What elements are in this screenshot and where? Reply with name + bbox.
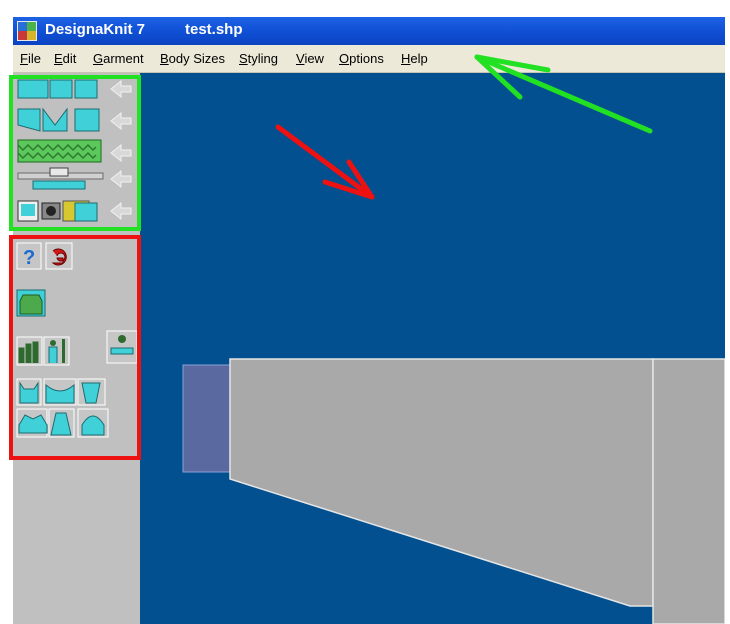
menu-accesskey: B: [160, 51, 169, 66]
help-icon[interactable]: ?: [23, 247, 35, 269]
menu-label-rest: ile: [27, 51, 41, 66]
design-canvas[interactable]: [140, 73, 725, 624]
sleeve-piece[interactable]: [229, 358, 654, 607]
menu-label-rest: ptions: [349, 51, 384, 66]
title-bar: DesignaKnit 7 test.shp: [13, 17, 725, 45]
menu-garment[interactable]: Garment: [93, 51, 144, 66]
body-piece[interactable]: [652, 358, 725, 624]
tool-panel: ?: [13, 73, 140, 624]
menu-help[interactable]: Help: [401, 51, 428, 66]
garment-drawing: [182, 358, 725, 624]
menu-view[interactable]: View: [296, 51, 324, 66]
styling-shape-buttons[interactable]: [16, 378, 109, 438]
menu-options[interactable]: Options: [339, 51, 384, 66]
document-title: test.shp: [185, 21, 243, 38]
app-icon: [17, 21, 37, 41]
menu-accesskey: F: [20, 51, 28, 66]
menu-styling[interactable]: Styling: [239, 51, 278, 66]
menu-file[interactable]: File: [20, 51, 41, 66]
body-sizes-buttons[interactable]: [16, 330, 138, 366]
menu-accesskey: G: [93, 51, 104, 66]
tool-panel-graphics: ?: [16, 79, 138, 438]
menu-bar: File Edit Garment Body Sizes Styling View Opti…: [13, 45, 725, 73]
stitch-pattern-tools[interactable]: [17, 139, 132, 163]
output-tools[interactable]: [17, 200, 132, 222]
menu-label-rest: ody Sizes: [168, 51, 226, 66]
menu-label-rest: iew: [304, 51, 324, 66]
neckline-tools[interactable]: [17, 107, 132, 132]
menu-body-sizes[interactable]: Body Sizes: [160, 51, 225, 66]
menu-accesskey: O: [339, 51, 350, 66]
menu-label-rest: dit: [62, 51, 77, 66]
garment-shape-tools[interactable]: [17, 79, 132, 99]
app-title: DesignaKnit 7: [45, 21, 146, 38]
menu-accesskey: E: [54, 51, 63, 66]
menu-accesskey: S: [239, 51, 248, 66]
cuff-piece[interactable]: [182, 364, 231, 473]
menu-accesskey: H: [401, 51, 411, 66]
menu-label-rest: arment: [103, 51, 144, 66]
menu-edit[interactable]: Edit: [54, 51, 76, 66]
garment-view-button[interactable]: [16, 289, 46, 317]
menu-label-rest: elp: [410, 51, 428, 66]
knitting-machine-tools[interactable]: [17, 167, 132, 190]
menu-label-rest: tyling: [247, 51, 279, 66]
